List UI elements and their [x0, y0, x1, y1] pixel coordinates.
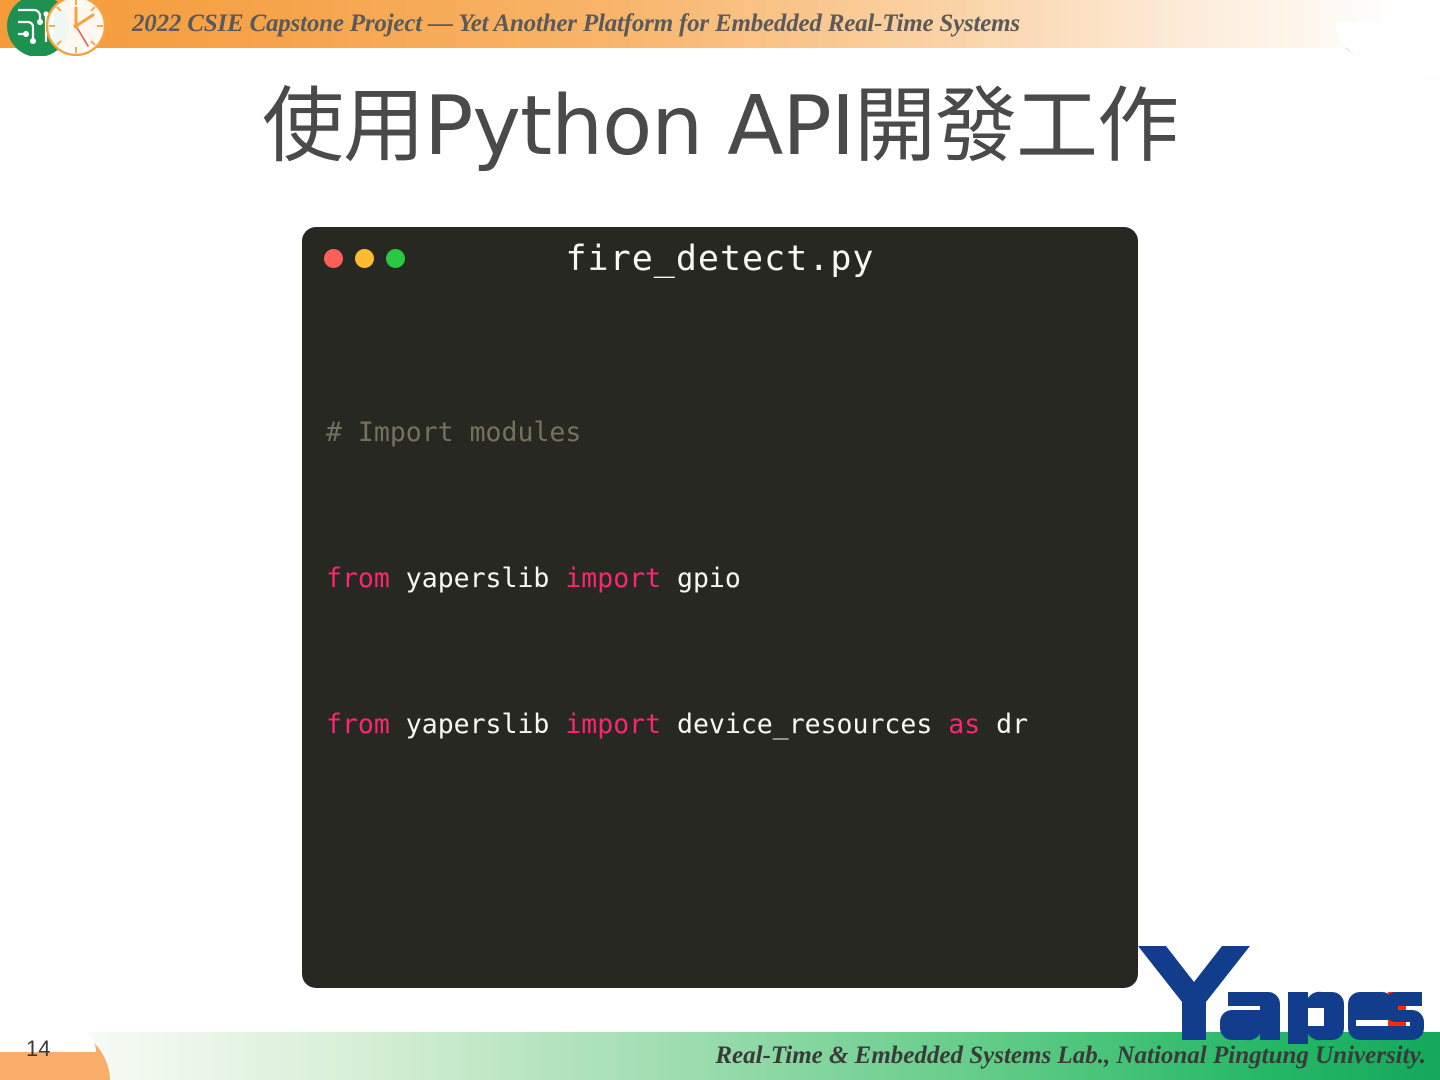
code-module: yaperslib	[389, 562, 566, 594]
code-comment: # Import modules	[326, 416, 582, 448]
code-window: fire_detect.py # Import modules from yap…	[302, 227, 1138, 988]
code-keyword-import: import	[565, 708, 662, 740]
code-imported-name: device_resources	[661, 708, 949, 740]
code-alias: dr	[980, 708, 1029, 740]
code-line-1: # Import modules	[326, 415, 1138, 452]
code-window-titlebar: fire_detect.py	[302, 227, 1138, 293]
page-number: 14	[26, 1036, 51, 1061]
header-curve-mask	[1336, 22, 1440, 80]
header-title: 2022 CSIE Capstone Project — Yet Another…	[132, 10, 1020, 37]
slide-canvas: 2022 CSIE Capstone Project — Yet Another…	[0, 0, 1440, 1080]
code-keyword-from: from	[326, 562, 390, 594]
yapers-logo	[1132, 940, 1432, 1050]
footer-text: Real-Time & Embedded Systems Lab., Natio…	[715, 1042, 1426, 1069]
code-keyword-as: as	[948, 708, 981, 740]
page-title: 使用Python API開發工作	[261, 79, 1179, 174]
code-filename: fire_detect.py	[565, 239, 875, 279]
csie-capstone-logo	[2, 0, 126, 57]
code-line-3: from yaperslib import device_resources a…	[326, 707, 1138, 744]
code-keyword-import: import	[565, 562, 662, 594]
code-line-2: from yaperslib import gpio	[326, 561, 1138, 598]
code-content: # Import modules from yaperslib import g…	[302, 293, 1138, 988]
code-keyword-from: from	[326, 708, 390, 740]
code-imported-name: gpio	[661, 562, 741, 594]
code-module: yaperslib	[389, 708, 566, 740]
